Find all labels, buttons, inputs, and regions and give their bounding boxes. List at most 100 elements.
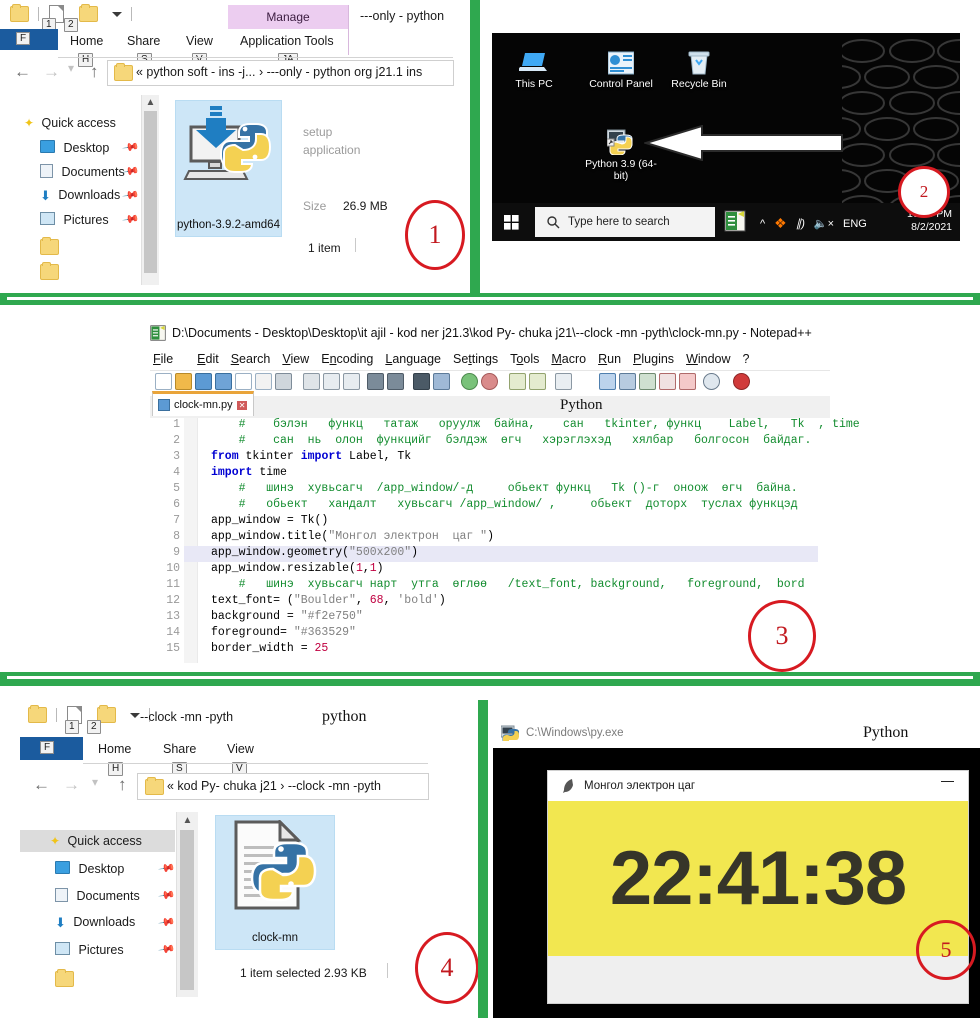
print-icon[interactable] (275, 373, 292, 390)
folder-workspace-icon[interactable] (679, 373, 696, 390)
system-tray[interactable]: ^ ❖ ∥) 🔈× ENG (760, 215, 867, 232)
code-line[interactable]: app_window.geometry("500x200") (211, 546, 418, 559)
menu-item-edit[interactable]: Edit (197, 352, 219, 366)
scroll-up-icon[interactable]: ▲ (177, 815, 198, 826)
breadcrumb[interactable]: « kod Py- chuka j21 › --clock -mn -pyth (167, 779, 381, 793)
recent-locations-button[interactable]: ▾ (68, 62, 74, 74)
code-line[interactable]: # шинэ хувьсагч /app_window/-д обьект фу… (211, 482, 798, 495)
up-button[interactable]: ↑ (90, 63, 99, 80)
ribbon-tab-share[interactable]: Share (163, 742, 196, 756)
indent-guide-icon[interactable] (599, 373, 616, 390)
sidebar-item-quick-access[interactable]: ✦ Quick access (24, 116, 116, 130)
code-line[interactable]: app_window.resizable(1,1) (211, 562, 384, 575)
code-editor[interactable]: 1 # бэлэн функц татаж оруулж байна, сан … (150, 418, 980, 663)
cut-icon[interactable] (303, 373, 320, 390)
chevron-down-icon[interactable] (111, 11, 122, 17)
ribbon-tab-file[interactable]: F (0, 29, 58, 50)
back-button[interactable]: ← (14, 63, 31, 80)
menu-item-file[interactable]: File (153, 352, 185, 366)
ribbon-tab-view[interactable]: View (227, 742, 254, 756)
zoom-in-icon[interactable] (461, 373, 478, 390)
menu-item-search[interactable]: Search (231, 352, 271, 366)
fold-margin[interactable] (184, 418, 198, 663)
address-bar[interactable]: « kod Py- chuka j21 › --clock -mn -pyth (137, 773, 429, 800)
windows-start-icon[interactable] (504, 215, 519, 235)
save-icon[interactable] (195, 373, 212, 390)
toolbar-icons[interactable] (155, 373, 825, 393)
show-all-chars-icon[interactable] (575, 373, 592, 390)
wifi-icon[interactable]: ∥) (796, 217, 805, 230)
ribbon-tab-application-tools[interactable]: Application Tools (240, 34, 334, 48)
avast-icon[interactable]: ❖ (774, 215, 787, 232)
monitoring-icon[interactable] (703, 373, 720, 390)
menu-item-macro[interactable]: Macro (551, 352, 586, 366)
sidebar-item-desktop[interactable]: Desktop (40, 140, 109, 155)
breadcrumb[interactable]: « python soft - ins -j... › ---only - py… (136, 65, 422, 79)
tab-clock-mn-py[interactable]: clock-mn.py ✕ (152, 391, 254, 416)
zoom-out-icon[interactable] (481, 373, 498, 390)
sync-h-scroll-icon[interactable] (529, 373, 546, 390)
paste-icon[interactable] (343, 373, 360, 390)
user-language-icon[interactable] (619, 373, 636, 390)
menu-item-view[interactable]: View (282, 352, 309, 366)
code-line[interactable]: # обьект хандалт хувьсагч /app_window/ ,… (211, 498, 798, 511)
code-line[interactable]: text_font= ("Boulder", 68, 'bold') (211, 594, 446, 607)
menu-item-run[interactable]: Run (598, 352, 621, 366)
save-all-icon[interactable] (215, 373, 232, 390)
address-bar[interactable]: « python soft - ins -j... › ---only - py… (107, 60, 454, 86)
scrollbar-thumb[interactable] (180, 830, 194, 990)
sync-v-scroll-icon[interactable] (509, 373, 526, 390)
sidebar-item-desktop[interactable]: Desktop (55, 861, 124, 876)
sidebar-item-documents[interactable]: Documents (40, 164, 125, 179)
sidebar-item-pictures[interactable]: Pictures (40, 212, 109, 227)
chevron-up-icon[interactable]: ^ (760, 218, 765, 230)
close-all-icon[interactable] (255, 373, 272, 390)
desktop-icon-recycle-bin[interactable]: Recycle Bin (662, 51, 736, 90)
code-line[interactable]: background = "#f2e750" (211, 610, 363, 623)
sidebar-item-documents[interactable]: Documents (55, 888, 140, 903)
word-wrap-icon[interactable] (555, 373, 572, 390)
chevron-down-icon[interactable] (129, 712, 140, 718)
ribbon-tab-home[interactable]: Home (98, 742, 131, 756)
code-line[interactable]: app_window.title("Монгол электрон цаг ") (211, 530, 494, 543)
code-line[interactable]: border_width = 25 (211, 642, 328, 655)
menu-item-language[interactable]: Language (385, 352, 441, 366)
forward-button[interactable]: → (63, 776, 80, 793)
ribbon-tab-view[interactable]: View (186, 34, 213, 48)
menu-item-window[interactable]: Window (686, 352, 730, 366)
redo-icon[interactable] (387, 373, 404, 390)
copy-icon[interactable] (323, 373, 340, 390)
sidebar-item-folder-a[interactable] (40, 236, 59, 256)
volume-muted-icon[interactable]: 🔈× (814, 217, 834, 230)
file-tile-python-installer[interactable]: python-3.9.2-amd64 (175, 100, 282, 237)
menu-item-tools[interactable]: Tools (510, 352, 539, 366)
code-line[interactable]: # шинэ хувьсагч нарт утга өглөө /text_fo… (211, 578, 805, 591)
replace-icon[interactable] (433, 373, 450, 390)
ribbon-tab-home[interactable]: Home (70, 34, 103, 48)
code-line[interactable]: foreground= "#363529" (211, 626, 356, 639)
sidebar-item-folder-a[interactable] (55, 968, 74, 988)
menu-bar[interactable]: File Edit Search View Encoding Language Settin… (153, 352, 762, 366)
file-tile-clock-mn[interactable]: clock-mn (215, 815, 335, 950)
code-line[interactable]: app_window = Tk() (211, 514, 328, 527)
forward-button[interactable]: → (43, 63, 60, 80)
new-file-icon[interactable] (155, 373, 172, 390)
search-input[interactable]: Type here to search (535, 207, 715, 237)
sidebar-item-quick-access[interactable]: ✦ Quick access (50, 834, 142, 848)
sidebar-item-folder-b[interactable] (40, 261, 59, 281)
menu-item-plugins[interactable]: Plugins (633, 352, 674, 366)
code-line[interactable]: from tkinter import Label, Tk (211, 450, 411, 463)
doc-map-icon[interactable] (639, 373, 656, 390)
close-icon[interactable]: ✕ (236, 400, 248, 410)
open-file-icon[interactable] (175, 373, 192, 390)
sidebar-item-downloads[interactable]: ⬇ Downloads (40, 188, 120, 204)
code-line[interactable]: # сан нь олон функцийг бэлдэж өгч хэрэгл… (211, 434, 812, 447)
up-button[interactable]: ↑ (118, 776, 127, 793)
code-line[interactable]: import time (211, 466, 287, 479)
function-list-icon[interactable] (659, 373, 676, 390)
recent-locations-button[interactable]: ▾ (92, 776, 98, 788)
desktop-icon-control-panel[interactable]: Control Panel (584, 51, 658, 90)
menu-item-settings[interactable]: Settings (453, 352, 498, 366)
tk-title-bar[interactable]: Монгол электрон цаг (548, 771, 968, 801)
record-macro-icon[interactable] (733, 373, 750, 390)
